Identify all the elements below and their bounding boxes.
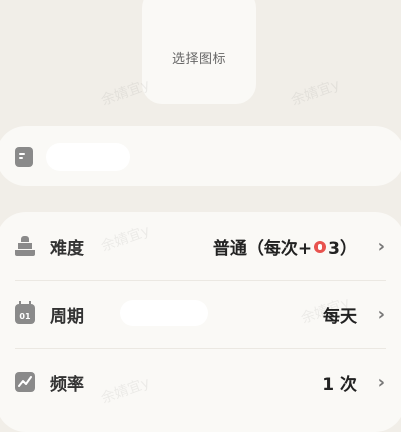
frequency-row[interactable]: 频率 1 次 › — [0, 348, 401, 416]
period-value: 每天 — [323, 306, 357, 327]
blurred-placeholder — [120, 300, 208, 326]
difficulty-row[interactable]: 难度 普通（每次+ 3） › — [0, 212, 401, 280]
watermark: 余婧宜y — [289, 76, 342, 110]
calendar-icon: 01 — [15, 301, 35, 324]
chevron-right-icon: › — [377, 235, 385, 257]
trend-icon — [15, 372, 35, 392]
coin-icon — [314, 241, 327, 253]
difficulty-label: 难度 — [50, 238, 84, 259]
frequency-value: 1 次 — [322, 374, 357, 395]
difficulty-value-prefix: 普通（每次+ — [212, 238, 313, 259]
calendar-icon-text: 01 — [19, 312, 31, 321]
frequency-label: 频率 — [50, 374, 84, 395]
chevron-right-icon: › — [377, 303, 385, 325]
note-icon — [15, 147, 33, 167]
chevron-right-icon: › — [377, 371, 385, 393]
period-label: 周期 — [50, 306, 84, 327]
difficulty-value-suffix: 3） — [328, 238, 357, 259]
icon-picker-label: 选择图标 — [171, 51, 226, 67]
difficulty-icon — [15, 236, 35, 256]
name-input[interactable] — [46, 143, 130, 171]
icon-picker-button[interactable]: 选择图标 — [142, 0, 256, 104]
difficulty-value: 普通（每次+ 3） — [213, 234, 357, 259]
